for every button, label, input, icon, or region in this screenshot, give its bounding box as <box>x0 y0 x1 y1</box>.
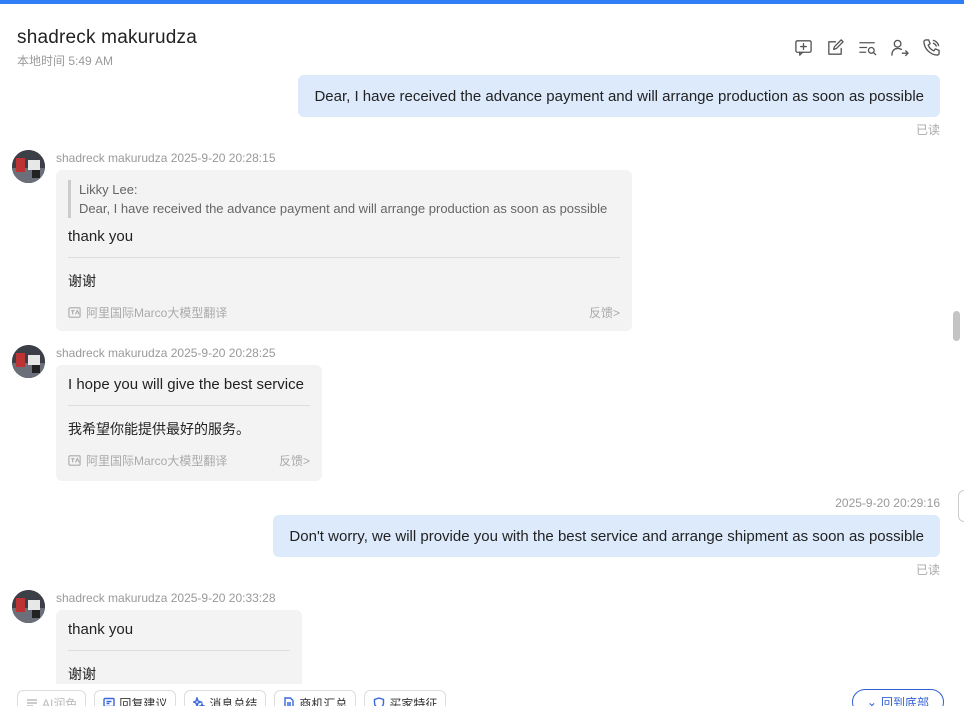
translation-text: 谢谢 <box>68 273 96 289</box>
chevron-down-icon: ⌄ <box>866 695 877 706</box>
message-list[interactable]: Dear, I have received the advance paymen… <box>0 64 964 684</box>
add-comment-icon[interactable] <box>793 37 814 58</box>
message-meta: shadreck makurudza 2025-9-20 20:28:15 <box>56 151 276 165</box>
avatar[interactable] <box>12 345 45 378</box>
message-timestamp: 2025-9-20 20:28:15 <box>170 151 276 165</box>
document-icon <box>284 697 295 706</box>
quoted-message[interactable]: Likky Lee: Dear, I have received the adv… <box>68 180 620 218</box>
message-meta: shadreck makurudza 2025-9-20 20:33:28 <box>56 591 276 605</box>
assist-toolbar: AI润色 回复建议 消息总结 商机汇总 买家特征 ⌄ 回到底部 <box>0 684 964 706</box>
phone-icon[interactable] <box>921 37 942 58</box>
side-panel-handle[interactable] <box>958 490 964 522</box>
shield-icon <box>374 697 385 706</box>
translation-footer: 阿里国际Marco大模型翻译 反馈> <box>68 304 620 321</box>
message-meta: shadreck makurudza 2025-9-20 20:28:25 <box>56 346 276 360</box>
translation-divider <box>68 257 620 258</box>
chip-label: 消息总结 <box>209 696 258 706</box>
outgoing-message[interactable]: Don't worry, we will provide you with th… <box>273 515 940 557</box>
back-to-bottom-button[interactable]: ⌄ 回到底部 <box>851 689 944 706</box>
edit-icon[interactable] <box>825 37 846 58</box>
message-text: I hope you will give the best service <box>68 376 304 393</box>
incoming-message[interactable]: Likky Lee: Dear, I have received the adv… <box>56 170 632 331</box>
buyer-profile-button[interactable]: 买家特征 <box>364 690 447 706</box>
reply-suggestion-button[interactable]: 回复建议 <box>94 690 177 706</box>
outgoing-message[interactable]: Dear, I have received the advance paymen… <box>298 75 940 117</box>
search-list-icon[interactable] <box>857 37 878 58</box>
lines-icon <box>27 699 37 706</box>
translation-divider <box>68 650 290 651</box>
translation-text: 谢谢 <box>68 666 96 682</box>
incoming-message[interactable]: thank you 谢谢 <box>56 610 302 684</box>
back-to-bottom-label: 回到底部 <box>880 695 929 706</box>
contact-name[interactable]: shadreck makurudza <box>17 27 197 49</box>
message-summary-button[interactable]: 消息总结 <box>184 690 267 706</box>
message-timestamp: 2025-9-20 20:28:25 <box>170 346 276 360</box>
sparkle-icon <box>193 697 206 706</box>
quote-text: Dear, I have received the advance paymen… <box>79 201 608 216</box>
translation-source: 阿里国际Marco大模型翻译 <box>68 452 227 469</box>
quote-author: Likky Lee: <box>79 182 138 197</box>
chip-label: 回复建议 <box>119 696 168 706</box>
message-timestamp: 2025-9-20 20:33:28 <box>170 591 276 605</box>
translation-divider <box>68 405 310 406</box>
feedback-link[interactable]: 反馈> <box>589 304 620 321</box>
ai-polish-button[interactable]: AI润色 <box>17 690 87 706</box>
translator-label: 阿里国际Marco大模型翻译 <box>86 306 228 320</box>
translator-label: 阿里国际Marco大模型翻译 <box>86 454 228 468</box>
avatar[interactable] <box>12 150 45 183</box>
message-text: thank you <box>68 228 134 245</box>
feedback-link[interactable]: 反馈> <box>279 452 310 469</box>
sender-name: shadreck makurudza <box>56 151 168 165</box>
sender-name: shadreck makurudza <box>56 346 168 360</box>
reply-icon <box>103 697 116 706</box>
translation-source: 阿里国际Marco大模型翻译 <box>68 304 227 321</box>
read-status: 已读 <box>915 563 940 577</box>
scrollbar-thumb[interactable] <box>953 311 960 341</box>
message-text: Dear, I have received the advance paymen… <box>314 87 924 105</box>
message-text: Don't worry, we will provide you with th… <box>289 527 924 545</box>
avatar[interactable] <box>12 590 45 623</box>
assist-chips: AI润色 回复建议 消息总结 商机汇总 买家特征 <box>17 690 447 706</box>
read-status: 已读 <box>915 123 940 137</box>
chip-label: AI润色 <box>42 696 78 706</box>
message-timestamp: 2025-9-20 20:29:16 <box>835 496 940 510</box>
chat-header: shadreck makurudza 本地时间 5:49 AM <box>0 4 964 68</box>
message-text: thank you <box>68 621 134 638</box>
translation-footer: 阿里国际Marco大模型翻译 反馈> <box>68 452 310 469</box>
incoming-message[interactable]: I hope you will give the best service 我希… <box>56 365 322 481</box>
chip-label: 买家特征 <box>389 696 438 706</box>
translate-icon <box>68 307 81 318</box>
chip-label: 商机汇总 <box>299 696 348 706</box>
translate-icon <box>68 455 81 466</box>
header-toolbar <box>793 37 942 58</box>
translation-text: 我希望你能提供最好的服务。 <box>68 421 250 437</box>
transfer-user-icon[interactable] <box>889 37 910 58</box>
opportunity-summary-button[interactable]: 商机汇总 <box>274 690 357 706</box>
sender-name: shadreck makurudza <box>56 591 168 605</box>
